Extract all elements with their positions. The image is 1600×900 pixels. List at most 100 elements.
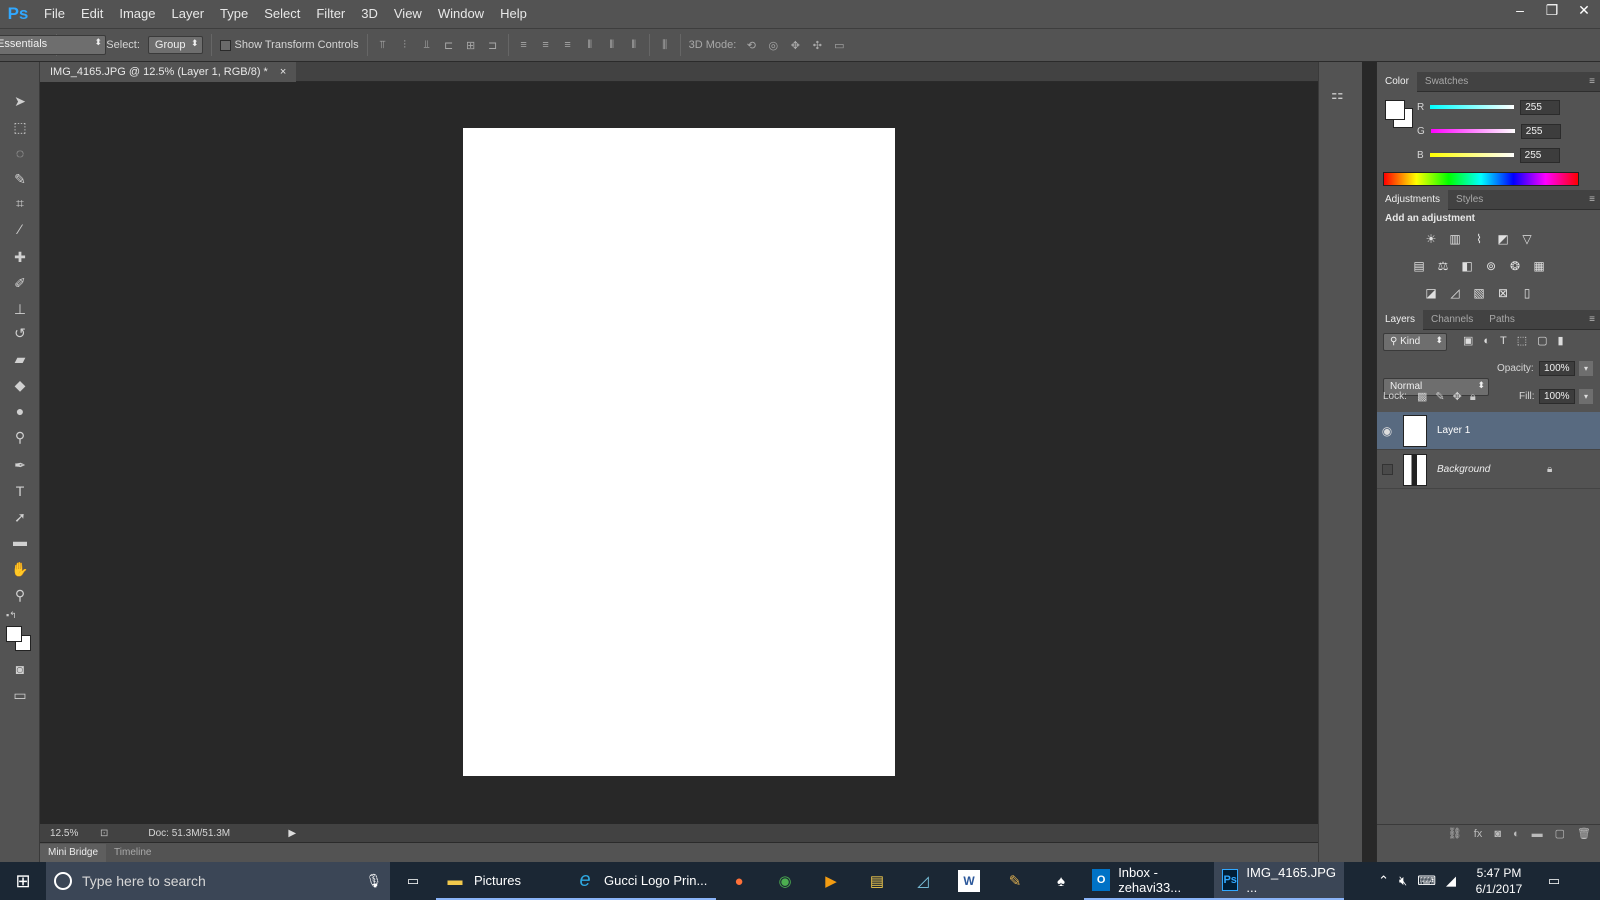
layer-row-layer-1[interactable]: ◉ Layer 1 bbox=[1377, 412, 1600, 450]
blue-slider[interactable]: B 255 bbox=[1417, 146, 1597, 164]
layer-style-icon[interactable]: fx bbox=[1474, 828, 1483, 840]
threshold-icon[interactable]: ▧ bbox=[1470, 286, 1488, 300]
opacity-input[interactable]: 100% bbox=[1539, 361, 1575, 376]
marquee-tool-icon[interactable]: ⬚ bbox=[9, 116, 31, 138]
green-slider[interactable]: G 255 bbox=[1417, 122, 1597, 140]
keyboard-icon[interactable]: ⌨ bbox=[1417, 873, 1436, 889]
menu-3d[interactable]: 3D bbox=[353, 0, 386, 28]
layer-filter-kind-dropdown[interactable]: ⚲ Kind bbox=[1383, 333, 1447, 351]
document-canvas[interactable] bbox=[463, 128, 895, 776]
microphone-icon[interactable]: 🎙︎ bbox=[365, 873, 382, 889]
rectangle-tool-icon[interactable]: ▬ bbox=[9, 530, 31, 552]
invert-icon[interactable]: ◪ bbox=[1422, 286, 1440, 300]
3d-rotate-icon[interactable]: ⟲ bbox=[744, 38, 758, 52]
panel-menu-icon[interactable]: ≡ bbox=[1589, 314, 1595, 325]
status-info-icon[interactable]: ⊡ bbox=[100, 828, 108, 839]
zoom-level[interactable]: 12.5% bbox=[50, 828, 90, 839]
lock-icons[interactable]: ▩✎✥🔒︎ bbox=[1417, 390, 1484, 404]
action-center-button[interactable]: ▭ bbox=[1534, 862, 1574, 900]
taskbar-item-outlook[interactable]: O Inbox - zehavi33... bbox=[1084, 862, 1214, 900]
new-adjustment-icon[interactable]: ◐ bbox=[1513, 828, 1520, 840]
type-tool-icon[interactable]: T bbox=[9, 480, 31, 502]
brush-tool-icon[interactable]: ✐ bbox=[9, 272, 31, 294]
distribute-vcenter-icon[interactable]: ≡ bbox=[539, 38, 553, 52]
paint-bucket-tool-icon[interactable]: ◆ bbox=[9, 374, 31, 396]
menu-edit[interactable]: Edit bbox=[73, 0, 111, 28]
hue-saturation-icon[interactable]: ▤ bbox=[1410, 259, 1428, 273]
visibility-toggle-empty[interactable] bbox=[1377, 464, 1397, 475]
document-tab[interactable]: IMG_4165.JPG @ 12.5% (Layer 1, RGB/8) * … bbox=[40, 62, 297, 82]
quick-select-tool-icon[interactable]: ✎ bbox=[9, 168, 31, 190]
channel-mixer-icon[interactable]: ❂ bbox=[1506, 259, 1524, 273]
align-right-icon[interactable]: ⊐ bbox=[486, 38, 500, 52]
fill-input[interactable]: 100% bbox=[1539, 389, 1575, 404]
brightness-contrast-icon[interactable]: ☀ bbox=[1422, 232, 1440, 246]
healing-brush-tool-icon[interactable]: ✚ bbox=[9, 246, 31, 268]
link-layers-icon[interactable]: ⛓ bbox=[1448, 827, 1462, 840]
align-top-icon[interactable]: ⫪ bbox=[376, 38, 390, 52]
volume-muted-icon[interactable]: 🔇︎ bbox=[1399, 873, 1407, 889]
tab-color[interactable]: Color bbox=[1377, 71, 1417, 92]
crop-tool-icon[interactable]: ⌗ bbox=[9, 192, 31, 214]
restore-button[interactable]: ❐ bbox=[1536, 0, 1568, 20]
task-view-button[interactable]: ▭ bbox=[390, 862, 436, 900]
menu-image[interactable]: Image bbox=[111, 0, 163, 28]
align-hcenter-icon[interactable]: ⊞ bbox=[464, 38, 478, 52]
dodge-tool-icon[interactable]: ⚲ bbox=[9, 426, 31, 448]
lasso-tool-icon[interactable]: ◌ bbox=[9, 142, 31, 164]
distribute-bottom-icon[interactable]: ≡ bbox=[561, 38, 575, 52]
auto-align-icon[interactable]: ⫼ bbox=[658, 38, 672, 52]
tab-layers[interactable]: Layers bbox=[1377, 309, 1424, 330]
document-tab-close-icon[interactable]: × bbox=[280, 66, 286, 78]
default-colors-icon[interactable]: ▪↰ bbox=[6, 610, 17, 621]
levels-icon[interactable]: ▥ bbox=[1446, 232, 1464, 246]
fill-arrow-icon[interactable]: ▾ bbox=[1579, 389, 1593, 404]
tab-styles[interactable]: Styles bbox=[1448, 190, 1491, 210]
taskbar-item-photoshop[interactable]: Ps IMG_4165.JPG ... bbox=[1214, 862, 1344, 900]
taskbar-notes[interactable]: ◿ bbox=[900, 862, 946, 900]
panel-menu-icon[interactable]: ≡ bbox=[1589, 76, 1595, 87]
eraser-tool-icon[interactable]: ▰ bbox=[9, 348, 31, 370]
taskbar-chrome[interactable]: ◉ bbox=[762, 862, 808, 900]
tab-timeline[interactable]: Timeline bbox=[106, 844, 159, 862]
menu-filter[interactable]: Filter bbox=[308, 0, 353, 28]
red-slider[interactable]: R 255 bbox=[1417, 98, 1597, 116]
align-left-icon[interactable]: ⊏ bbox=[442, 38, 456, 52]
taskbar-item-internet-explorer[interactable]: e Gucci Logo Prin... bbox=[566, 862, 716, 900]
history-panel-icon[interactable]: ⚏ bbox=[1331, 86, 1344, 103]
status-menu-arrow-icon[interactable]: ▶ bbox=[288, 828, 296, 839]
taskbar-paint[interactable]: ✎ bbox=[992, 862, 1038, 900]
panel-menu-icon[interactable]: ≡ bbox=[1589, 194, 1595, 205]
visibility-eye-icon[interactable]: ◉ bbox=[1377, 424, 1397, 438]
color-foreground-swatch[interactable] bbox=[1385, 100, 1405, 120]
tab-swatches[interactable]: Swatches bbox=[1417, 72, 1476, 92]
foreground-color-swatch[interactable] bbox=[6, 626, 22, 642]
distribute-right-icon[interactable]: ⦀ bbox=[627, 38, 641, 52]
distribute-top-icon[interactable]: ≡ bbox=[517, 38, 531, 52]
color-lookup-icon[interactable]: ▦ bbox=[1530, 259, 1548, 273]
network-icon[interactable]: ◢ bbox=[1446, 873, 1456, 889]
layer-name[interactable]: Background bbox=[1437, 464, 1547, 475]
3d-roll-icon[interactable]: ◎ bbox=[766, 38, 780, 52]
new-layer-icon[interactable]: ▢ bbox=[1555, 827, 1565, 840]
align-bottom-icon[interactable]: ⫫ bbox=[420, 38, 434, 52]
blur-tool-icon[interactable]: ● bbox=[9, 400, 31, 422]
taskbar-media-player[interactable]: ▶ bbox=[808, 862, 854, 900]
minimize-button[interactable]: – bbox=[1504, 0, 1536, 20]
layer-name[interactable]: Layer 1 bbox=[1437, 425, 1470, 436]
tray-chevron-icon[interactable]: ⌃ bbox=[1378, 873, 1389, 889]
taskbar-firefox[interactable]: ● bbox=[716, 862, 762, 900]
taskbar-word[interactable]: W bbox=[946, 862, 992, 900]
auto-select-dropdown[interactable]: Group bbox=[147, 36, 203, 54]
exposure-icon[interactable]: ◩ bbox=[1494, 232, 1512, 246]
layer-filter-icons[interactable]: ▣◐T⬚▢▮ bbox=[1463, 334, 1574, 347]
tab-channels[interactable]: Channels bbox=[1423, 310, 1481, 330]
show-transform-checkbox[interactable]: Show Transform Controls bbox=[219, 39, 359, 51]
menu-help[interactable]: Help bbox=[492, 0, 535, 28]
opacity-arrow-icon[interactable]: ▾ bbox=[1579, 361, 1593, 376]
menu-layer[interactable]: Layer bbox=[164, 0, 213, 28]
taskbar-item-pictures[interactable]: ▬ Pictures bbox=[436, 862, 566, 900]
move-tool-icon[interactable]: ➤ bbox=[9, 90, 31, 112]
eyedropper-tool-icon[interactable]: ⁄ bbox=[9, 218, 31, 240]
color-spectrum-ramp[interactable] bbox=[1383, 172, 1579, 186]
